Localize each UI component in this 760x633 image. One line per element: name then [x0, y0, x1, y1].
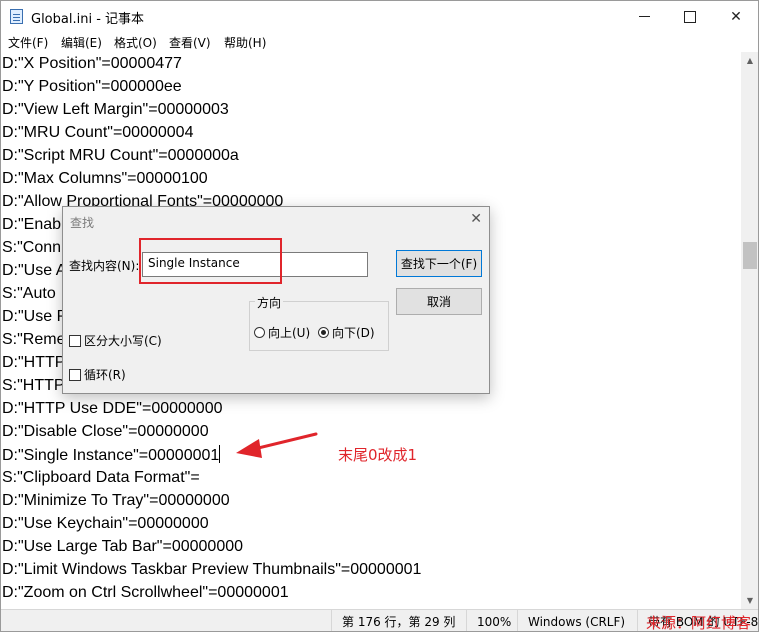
annotation-arrow-icon: [236, 432, 318, 458]
annotation-text: 末尾0改成1: [338, 446, 418, 464]
watermark: 来源：阿红博客: [646, 614, 752, 632]
